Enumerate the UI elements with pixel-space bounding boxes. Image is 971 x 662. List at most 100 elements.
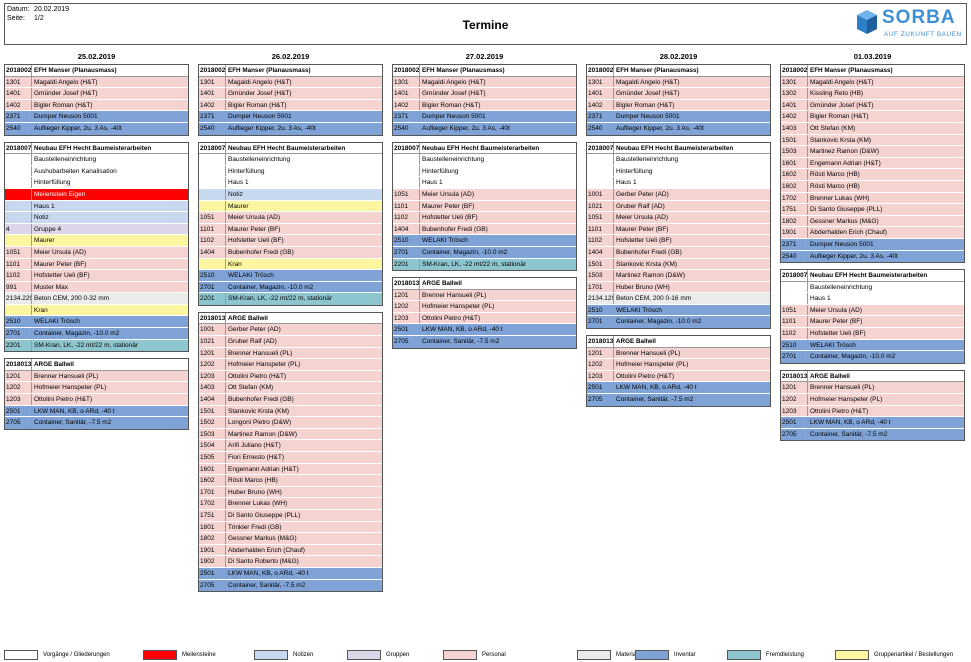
schedule-row[interactable]: 1051 Meier Ursula (AD) — [393, 188, 576, 201]
schedule-row[interactable]: 1404 Bubenhofer Fredi (GB) — [199, 394, 382, 406]
schedule-row[interactable]: 1202 Hofmeier Hanspeter (PL) — [587, 359, 770, 371]
schedule-row[interactable]: 2540 Auflieger Kipper, 2u. 3 As, -40t — [5, 122, 188, 135]
schedule-row[interactable]: 991 Muster Max — [5, 281, 188, 294]
schedule-row[interactable]: 1102 Hofstetter Ueli (BF) — [393, 212, 576, 224]
project-header[interactable]: 2018002 EFH Manser (Planausmass) — [5, 65, 188, 77]
schedule-row[interactable]: 1404 Bubenhofer Fredi (GB) — [393, 223, 576, 236]
schedule-row[interactable]: 2371 Dumper Neuson 5001 — [5, 111, 188, 123]
schedule-row[interactable]: Haus 1 — [5, 200, 188, 213]
schedule-row[interactable]: 2371 Dumper Neuson 5001 — [199, 111, 382, 123]
schedule-row[interactable]: 1202 Hofmeier Hanspeter (PL) — [781, 394, 964, 406]
schedule-row[interactable]: 2501 LKW MAN, KB, o ARd, -40 t — [587, 382, 770, 395]
schedule-row[interactable]: 1101 Maurer Peter (BF) — [781, 316, 964, 329]
project-header[interactable]: 2018002 EFH Manser (Planausmass) — [587, 65, 770, 77]
schedule-row[interactable]: 1802 Gessner Markus (M&G) — [199, 533, 382, 545]
schedule-row[interactable]: 1502 Longoni Pietro (D&W) — [199, 417, 382, 429]
schedule-row[interactable]: 1801 Trinkler Fredi (GB) — [199, 521, 382, 534]
schedule-row[interactable]: Maurer — [5, 235, 188, 247]
schedule-row[interactable]: Kran — [199, 258, 382, 271]
project-header[interactable]: 2018002 EFH Manser (Planausmass) — [781, 65, 964, 77]
schedule-row[interactable]: 1101 Maurer Peter (BF) — [5, 258, 188, 271]
schedule-row[interactable]: 1402 Bigler Roman (H&T) — [5, 99, 188, 112]
project-header[interactable]: 2018002 EFH Manser (Planausmass) — [199, 65, 382, 77]
schedule-row[interactable]: 1102 Hofstetter Ueli (BF) — [199, 235, 382, 247]
schedule-row[interactable]: 2510 WELAKI Trösch — [393, 235, 576, 247]
schedule-row[interactable]: 1751 Di Santo Giuseppe (PLL) — [781, 204, 964, 216]
schedule-row[interactable]: Aushubarbeiten Kanalisation — [5, 165, 188, 178]
schedule-row[interactable]: Kran — [5, 304, 188, 317]
schedule-row[interactable]: 1902 Di Santo Roberto (M&G) — [199, 556, 382, 568]
schedule-row[interactable]: 1901 Abderhalden Erich (Chauf) — [199, 544, 382, 557]
schedule-row[interactable]: 1401 Gmünder Josef (H&T) — [5, 88, 188, 100]
schedule-row[interactable]: 1301 Magaldi Angelo (H&T) — [587, 76, 770, 89]
schedule-row[interactable]: 1402 Bigler Roman (H&T) — [781, 111, 964, 123]
schedule-row[interactable]: 1601 Engemann Adrian (H&T) — [199, 463, 382, 476]
schedule-row[interactable]: 1203 Ottolini Pietro (H&T) — [587, 370, 770, 383]
schedule-row[interactable]: 1401 Gmünder Josef (H&T) — [587, 88, 770, 100]
project-header[interactable]: 2018002 EFH Manser (Planausmass) — [393, 65, 576, 77]
schedule-row[interactable]: 2501 LKW MAN, KB, o ARd, -40 t — [781, 417, 964, 429]
schedule-row[interactable]: 1701 Huber Bruno (WH) — [587, 281, 770, 294]
schedule-row[interactable]: 1505 Fiori Ernesto (H&T) — [199, 452, 382, 464]
schedule-row[interactable]: 2371 Dumper Neuson 5001 — [781, 238, 964, 251]
schedule-row[interactable]: 1751 Di Santo Giuseppe (PLL) — [199, 509, 382, 522]
schedule-row[interactable]: 2701 Container, Magazin, -10.0 m2 — [393, 246, 576, 259]
schedule-row[interactable]: 2705 Container, Sanitär, -7.5 m2 — [587, 394, 770, 406]
schedule-row[interactable]: 2701 Container, Magazin, -10.0 m2 — [781, 351, 964, 363]
schedule-row[interactable]: 2540 Auflieger Kipper, 2u. 3 As, -40t — [781, 250, 964, 263]
schedule-row[interactable]: 1203 Ottolini Pietro (H&T) — [199, 370, 382, 383]
schedule-row[interactable]: 2540 Auflieger Kipper, 2u. 3 As, -40t — [393, 122, 576, 135]
schedule-row[interactable]: 1051 Meier Ursula (AD) — [781, 304, 964, 317]
schedule-row[interactable]: 1202 Hofmeier Hanspeter (PL) — [199, 359, 382, 371]
schedule-row[interactable]: Hinterfüllung — [5, 177, 188, 189]
schedule-row[interactable]: 1102 Hofstetter Ueli (BF) — [5, 270, 188, 282]
schedule-row[interactable]: 1702 Brenner Lukas (WH) — [199, 498, 382, 510]
schedule-row[interactable]: 2501 LKW MAN, KB, o ARd, -40 t — [199, 567, 382, 580]
schedule-row[interactable]: 2510 WELAKI Trösch — [5, 316, 188, 329]
schedule-row[interactable]: 2201 SM-Kran, LK, -22 mt/22 m, stationär — [393, 258, 576, 271]
schedule-row[interactable]: Notiz — [5, 212, 188, 224]
project-header[interactable]: 2018013 ARGE Ballwil — [587, 336, 770, 348]
schedule-row[interactable]: 1403 Ott Stefan (KM) — [199, 382, 382, 395]
schedule-row[interactable]: 1503 Martinez Ramon (D&W) — [781, 146, 964, 158]
schedule-row[interactable]: 1301 Magaldi Angelo (H&T) — [5, 76, 188, 89]
schedule-row[interactable]: 1102 Hofstetter Ueli (BF) — [587, 235, 770, 247]
schedule-row[interactable]: 2371 Dumper Neuson 5001 — [587, 111, 770, 123]
schedule-row[interactable]: 1203 Ottolini Pietro (H&T) — [393, 312, 576, 325]
project-header[interactable]: 2018007 Neubau EFH Hecht Baumeisterarbeit… — [781, 270, 964, 282]
schedule-row[interactable]: 1503 Martinez Ramon (D&W) — [587, 270, 770, 282]
schedule-row[interactable]: Hinterfüllung — [587, 165, 770, 178]
schedule-row[interactable]: Haus 1 — [393, 177, 576, 189]
schedule-row[interactable]: 1201 Brenner Hansueli (PL) — [393, 289, 576, 302]
schedule-row[interactable]: Baustelleneinrichtung — [781, 281, 964, 294]
schedule-row[interactable]: 2510 WELAKI Trösch — [587, 304, 770, 317]
schedule-row[interactable]: 1602 Rösti Marco (HB) — [781, 180, 964, 193]
schedule-row[interactable]: Haus 1 — [587, 177, 770, 189]
schedule-row[interactable]: Baustelleneinrichtung — [5, 154, 188, 166]
schedule-row[interactable]: 2705 Container, Sanitär, -7.5 m2 — [199, 579, 382, 592]
schedule-row[interactable]: Notiz — [199, 188, 382, 201]
schedule-row[interactable]: 2540 Auflieger Kipper, 2u. 3 As, -40t — [199, 122, 382, 135]
schedule-row[interactable]: 1051 Meier Ursula (AD) — [587, 212, 770, 224]
project-header[interactable]: 2018007 Neubau EFH Hecht Baumeisterarbeit… — [393, 142, 576, 155]
schedule-row[interactable]: 2134.129 Beton CEM, 200 0-16 mm — [587, 293, 770, 305]
schedule-row[interactable]: 2501 LKW MAN, KB, o ARd, -40 t — [5, 405, 188, 418]
schedule-row[interactable]: 4 Gruppe 4 — [5, 223, 188, 236]
schedule-row[interactable]: 1101 Maurer Peter (BF) — [393, 200, 576, 213]
schedule-row[interactable]: 1602 Rösti Marco (HB) — [199, 475, 382, 487]
schedule-row[interactable]: 1402 Bigler Roman (H&T) — [393, 99, 576, 112]
schedule-row[interactable]: Maurer — [199, 200, 382, 213]
schedule-row[interactable]: 2371 Dumper Neuson 5001 — [393, 111, 576, 123]
schedule-row[interactable]: 1101 Maurer Peter (BF) — [199, 223, 382, 236]
schedule-row[interactable]: 2701 Container, Magazin, -10.0 m2 — [199, 281, 382, 294]
schedule-row[interactable]: 1102 Hofstetter Ueli (BF) — [781, 328, 964, 340]
schedule-row[interactable]: 1503 Martinez Ramon (D&W) — [199, 428, 382, 441]
schedule-row[interactable]: 1202 Hofmeier Hanspeter (PL) — [5, 382, 188, 395]
schedule-row[interactable]: 1302 Kissling Reto (HB) — [781, 88, 964, 100]
schedule-row[interactable]: 1401 Gmünder Josef (H&T) — [393, 88, 576, 100]
schedule-row[interactable]: 1404 Bubenhofer Fredi (GB) — [199, 246, 382, 259]
schedule-row[interactable]: 1501 Stankovic Krsta (KM) — [781, 134, 964, 147]
schedule-row[interactable]: 1051 Meier Ursula (AD) — [5, 246, 188, 259]
schedule-row[interactable]: 1501 Stankovic Krsta (KM) — [587, 258, 770, 271]
schedule-row[interactable]: 1403 Ott Stefan (KM) — [781, 122, 964, 135]
